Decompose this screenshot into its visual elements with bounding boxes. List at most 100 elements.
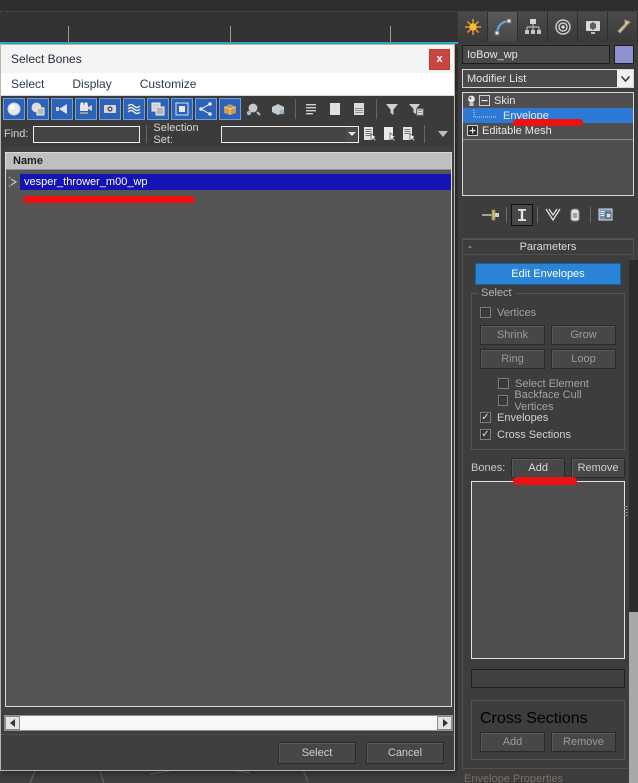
display-helpers-icon[interactable]	[99, 98, 121, 120]
edit-named-selection-sets-icon[interactable]	[401, 124, 418, 144]
envelopes-checkbox[interactable]: ✓	[480, 412, 491, 423]
stack-collapse-toggle[interactable]	[479, 95, 490, 106]
list-body: vesper_thrower_m00_wp	[6, 170, 451, 706]
list-item[interactable]: vesper_thrower_m00_wp	[20, 174, 451, 190]
cross-sections-row[interactable]: ✓ Cross Sections	[480, 426, 616, 443]
display-lights-icon[interactable]	[51, 98, 73, 120]
select-button[interactable]: Select	[278, 741, 356, 764]
chevron-down-icon[interactable]	[617, 70, 633, 87]
edit-envelopes-button[interactable]: Edit Envelopes	[475, 263, 621, 285]
rollout-collapse-glyph[interactable]: -	[463, 241, 477, 253]
menu-select[interactable]: Select	[11, 77, 44, 91]
display-bones-icon[interactable]	[195, 98, 217, 120]
stack-item-skin[interactable]: Skin	[463, 93, 633, 108]
modifier-list-dropdown[interactable]: Modifier List	[462, 69, 634, 88]
hierarchy-tab-icon[interactable]	[518, 12, 548, 42]
backface-cull-label: Backface Cull Vertices	[514, 388, 582, 413]
display-containers-icon[interactable]	[219, 98, 241, 120]
funnel-icon[interactable]	[381, 98, 403, 120]
bones-add-button[interactable]: Add	[511, 458, 566, 478]
app-tab-strip[interactable]	[0, 12, 460, 56]
selection-set-label: Selection Set:	[153, 122, 199, 146]
layer-view-icon[interactable]	[348, 98, 370, 120]
menu-display[interactable]: Display	[72, 77, 111, 91]
display-groups-icon[interactable]	[147, 98, 169, 120]
display-tab-icon[interactable]	[578, 12, 608, 42]
dialog-footer: Select Cancel	[1, 734, 454, 770]
scroll-right-arrow-icon[interactable]	[437, 716, 452, 730]
display-xrefs-icon[interactable]	[171, 98, 193, 120]
cross-sections-add-button[interactable]: Add	[480, 732, 545, 752]
modifier-stack[interactable]: Skin Envelope Editable Mesh	[462, 92, 634, 196]
selection-set-input[interactable]	[220, 125, 346, 143]
display-geometry-icon[interactable]	[27, 98, 49, 120]
utilities-tab-icon[interactable]	[608, 12, 638, 42]
show-end-result-icon[interactable]	[510, 204, 533, 226]
loop-button[interactable]: Loop	[551, 349, 616, 369]
backface-cull-checkbox[interactable]	[498, 395, 509, 406]
annotation-mark	[23, 196, 195, 203]
chevron-down-icon[interactable]	[345, 125, 359, 143]
table-row[interactable]: vesper_thrower_m00_wp	[6, 174, 451, 190]
configure-modifier-sets-icon[interactable]	[595, 204, 617, 226]
lightbulb-icon[interactable]	[463, 95, 479, 107]
select-element-checkbox[interactable]	[498, 378, 509, 389]
flat-view-icon[interactable]	[324, 98, 346, 120]
expand-arrow-icon[interactable]	[6, 174, 20, 190]
bone-name-field[interactable]	[471, 669, 625, 688]
tool-divider	[505, 207, 507, 223]
make-unique-icon[interactable]	[542, 204, 564, 226]
create-tab-icon[interactable]	[458, 12, 488, 42]
overflow-chevron-icon[interactable]	[434, 124, 451, 144]
bones-remove-button[interactable]: Remove	[571, 458, 625, 478]
cancel-button[interactable]: Cancel	[366, 741, 444, 764]
vertices-checkbox[interactable]	[480, 307, 491, 318]
motion-tab-icon[interactable]	[548, 12, 578, 42]
scrollbar-track[interactable]	[20, 716, 437, 730]
influenced-objects-icon[interactable]	[243, 98, 265, 120]
modify-tab-icon[interactable]	[488, 12, 518, 42]
object-color-swatch[interactable]	[614, 45, 634, 64]
remove-modifier-icon[interactable]	[564, 204, 586, 226]
app-ribbon-strip	[0, 0, 638, 12]
toolbar-divider	[295, 99, 296, 119]
create-selection-set-icon[interactable]	[362, 124, 379, 144]
tool-divider	[589, 207, 591, 223]
cross-sections-group-title: Cross Sections	[480, 710, 588, 727]
backface-cull-row[interactable]: Backface Cull Vertices	[480, 389, 616, 413]
annotation-mark	[513, 119, 583, 126]
list-view-icon[interactable]	[300, 98, 322, 120]
rollout-header[interactable]: - Parameters	[463, 239, 633, 255]
pin-stack-icon[interactable]	[480, 204, 502, 226]
cross-sections-label: Cross Sections	[497, 428, 571, 441]
select-group-title: Select	[478, 287, 515, 299]
vertices-checkbox-row[interactable]: Vertices	[480, 304, 616, 321]
cross-sections-remove-button[interactable]: Remove	[551, 732, 616, 752]
close-icon[interactable]: x	[429, 48, 450, 70]
scrollbar-thumb[interactable]	[629, 612, 638, 783]
grow-button[interactable]: Grow	[551, 325, 616, 345]
command-panel-scrollbar[interactable]	[629, 260, 638, 783]
funnel-settings-icon[interactable]	[405, 98, 427, 120]
command-panel-tabs	[458, 12, 638, 42]
cross-sections-checkbox[interactable]: ✓	[480, 429, 491, 440]
stack-tree-connector	[473, 109, 497, 117]
bones-listbox[interactable]	[471, 481, 625, 659]
rollout-body: Edit Envelopes Select Vertices Shrink Gr…	[463, 255, 633, 783]
select-objects-icon[interactable]	[382, 124, 399, 144]
object-name-field[interactable]: IoBow_wp	[462, 45, 610, 64]
stack-expand-toggle[interactable]	[467, 125, 478, 136]
search-input[interactable]	[33, 125, 141, 143]
ring-button[interactable]: Ring	[480, 349, 545, 369]
scroll-left-arrow-icon[interactable]	[5, 716, 20, 730]
panel-gripper-icon[interactable]	[624, 506, 628, 520]
scene-objects-icon[interactable]	[267, 98, 289, 120]
shrink-button[interactable]: Shrink	[480, 325, 545, 345]
dialog-titlebar[interactable]: Select Bones x	[1, 45, 454, 73]
menu-customize[interactable]: Customize	[140, 77, 197, 91]
display-cameras-icon[interactable]	[75, 98, 97, 120]
display-space-warps-icon[interactable]	[123, 98, 145, 120]
horizontal-scrollbar[interactable]	[4, 715, 453, 731]
cross-sections-button-row: Add Remove	[480, 732, 616, 752]
display-all-icon[interactable]	[3, 98, 25, 120]
